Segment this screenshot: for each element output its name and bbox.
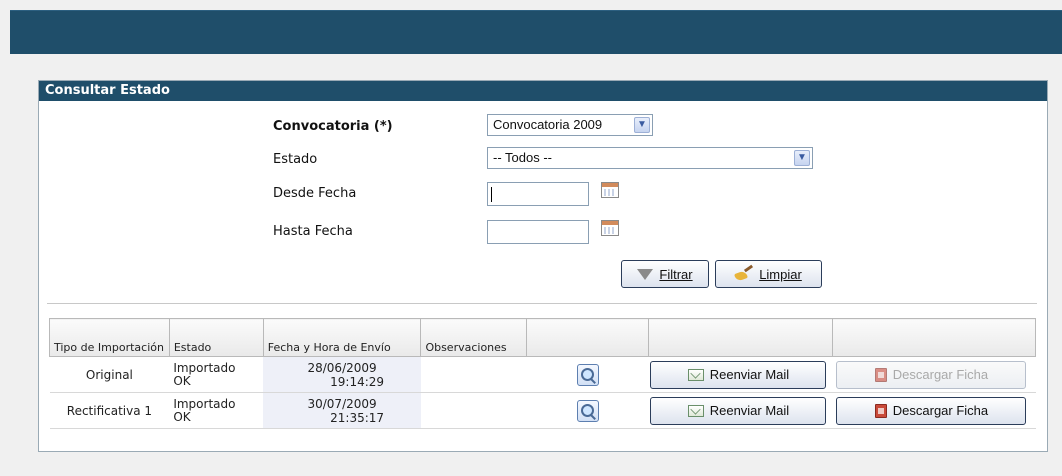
pdf-icon: [874, 367, 887, 382]
col-header-tipo[interactable]: Tipo de Importación: [49, 318, 170, 357]
top-header-bar: [10, 10, 1062, 54]
col-header-observaciones[interactable]: Observaciones: [420, 318, 528, 357]
section-divider: [47, 303, 1037, 305]
table-header-row: Tipo de Importación Estado Fecha y Hora …: [49, 318, 1037, 357]
cell-observaciones: [420, 392, 527, 429]
convocatoria-value: Convocatoria 2009: [493, 117, 603, 132]
limpiar-label: Limpiar: [759, 266, 802, 282]
chevron-down-icon[interactable]: ▼: [634, 117, 650, 133]
panel-title: Consultar Estado: [39, 81, 1047, 101]
cell-tipo: Rectificativa 1: [49, 392, 170, 429]
reenviar-mail-button[interactable]: Reenviar Mail: [650, 360, 827, 389]
estado-label: Estado: [273, 152, 318, 167]
calendar-icon[interactable]: [601, 182, 619, 198]
cell-fecha: 28/06/2009 19:14:29: [263, 356, 421, 393]
cell-descargar: Descargar Ficha: [832, 392, 1036, 429]
desde-fecha-label: Desde Fecha: [273, 186, 357, 201]
col-header-view: [526, 318, 649, 357]
descargar-ficha-button[interactable]: Descargar Ficha: [836, 396, 1027, 425]
results-table: Tipo de Importación Estado Fecha y Hora …: [49, 318, 1037, 429]
consultar-estado-panel: Consultar Estado Convocatoria (*) Convoc…: [38, 80, 1048, 452]
col-header-descargar: [831, 318, 1037, 357]
magnifier-icon[interactable]: [576, 399, 599, 422]
cell-tipo: Original: [49, 356, 170, 393]
cell-observaciones: [420, 356, 527, 393]
calendar-icon[interactable]: [601, 220, 619, 236]
limpiar-button[interactable]: Limpiar: [715, 260, 822, 288]
table-row: Original Importado OK 28/06/2009 19:14:2…: [49, 356, 1036, 393]
estado-select[interactable]: -- Todos -- ▼: [487, 147, 813, 169]
cell-estado: Importado OK: [169, 392, 264, 429]
hasta-fecha-input[interactable]: [487, 220, 589, 244]
text-caret: [491, 187, 492, 202]
cell-estado: Importado OK: [169, 356, 264, 393]
broom-icon: [735, 267, 753, 281]
envelope-icon: [687, 368, 704, 381]
col-header-estado[interactable]: Estado: [168, 318, 264, 357]
cell-view: [526, 392, 649, 429]
reenviar-mail-button[interactable]: Reenviar Mail: [650, 396, 827, 425]
filtrar-label: Filtrar: [659, 266, 693, 282]
cell-reenviar: Reenviar Mail: [648, 392, 833, 429]
cell-descargar: Descargar Ficha: [832, 356, 1036, 393]
filter-icon: [637, 268, 654, 280]
filtrar-button[interactable]: Filtrar: [621, 260, 709, 288]
table-row: Rectificativa 1 Importado OK 30/07/2009 …: [49, 392, 1036, 429]
col-header-fecha[interactable]: Fecha y Hora de Envío: [262, 318, 422, 357]
cell-view: [526, 356, 649, 393]
desde-fecha-input[interactable]: [487, 182, 589, 206]
convocatoria-select[interactable]: Convocatoria 2009 ▼: [487, 114, 653, 136]
convocatoria-label: Convocatoria (*): [273, 119, 393, 134]
cell-reenviar: Reenviar Mail: [648, 356, 833, 393]
hasta-fecha-label: Hasta Fecha: [273, 224, 353, 239]
cell-fecha: 30/07/2009 21:35:17: [263, 392, 421, 429]
estado-value: -- Todos --: [493, 150, 552, 165]
col-header-reenviar: [647, 318, 833, 357]
chevron-down-icon[interactable]: ▼: [794, 150, 810, 166]
descargar-ficha-button: Descargar Ficha: [836, 360, 1027, 389]
envelope-icon: [687, 404, 704, 417]
magnifier-icon[interactable]: [576, 363, 599, 386]
pdf-icon: [874, 403, 887, 418]
